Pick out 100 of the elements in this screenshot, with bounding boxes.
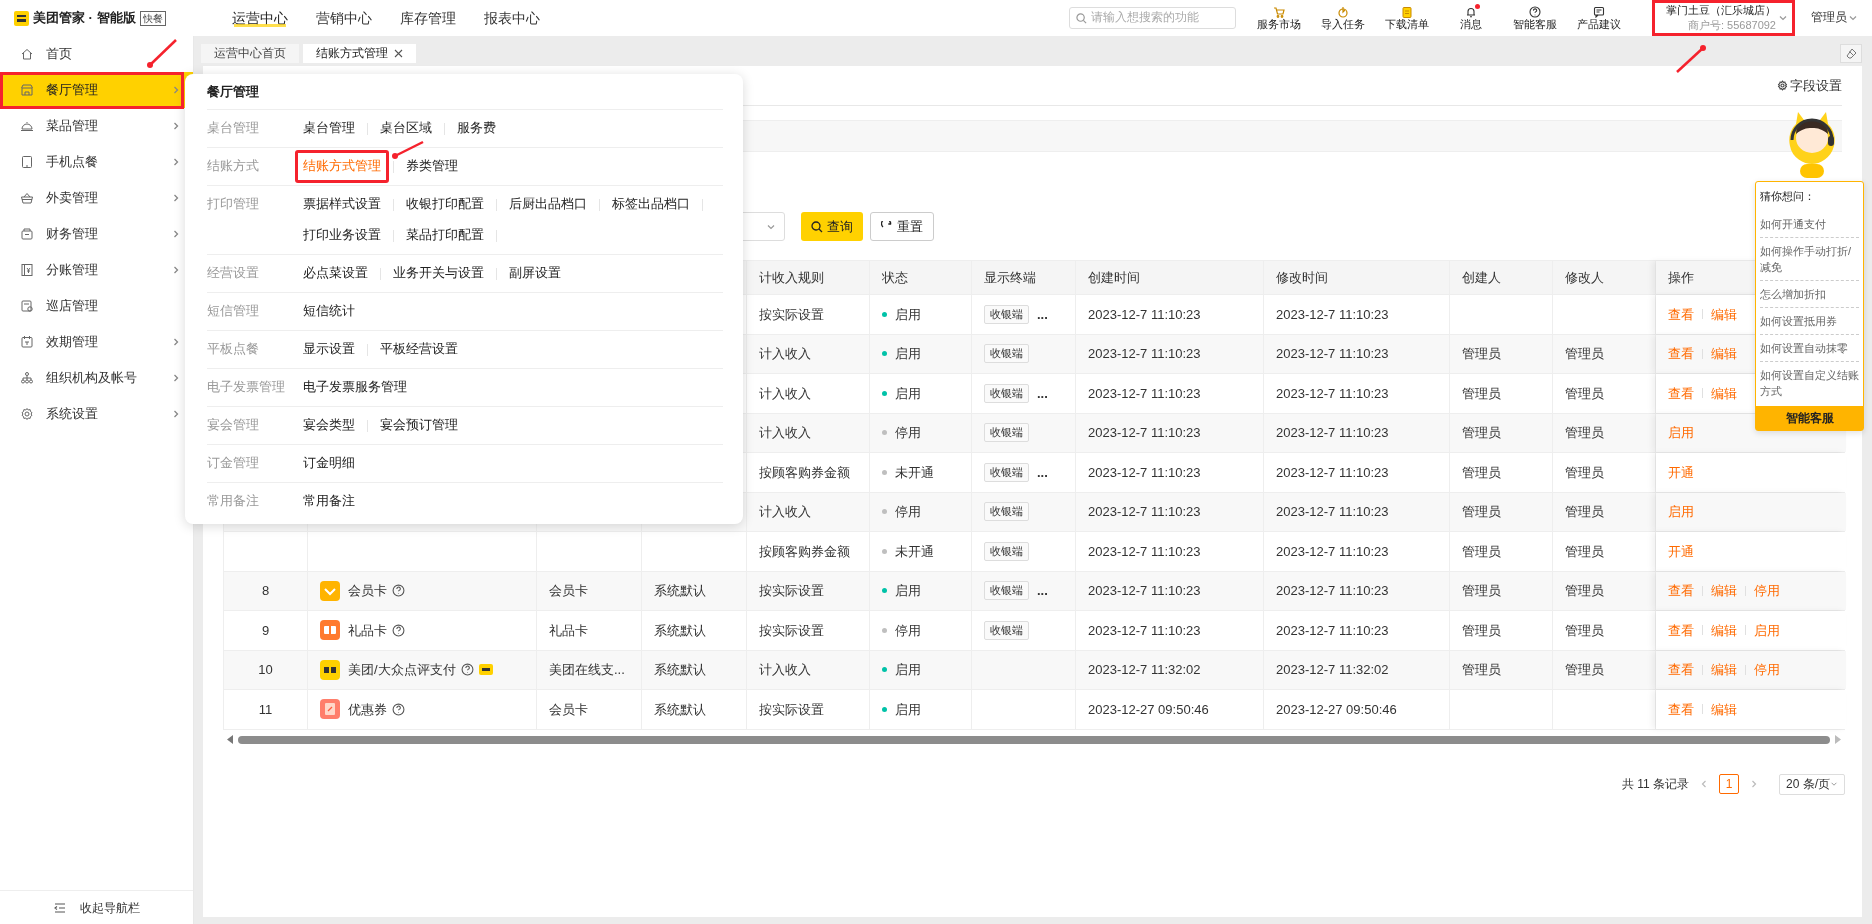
user-menu[interactable]: 管理员: [1811, 9, 1858, 27]
nav-tab[interactable]: 库存管理: [399, 0, 456, 36]
table-cell: 管理员: [1450, 413, 1553, 452]
menu-link[interactable]: 收银打印配置: [406, 195, 484, 214]
storefront-icon: [20, 83, 34, 97]
menu-group-label: 订金管理: [207, 455, 260, 472]
menu-link[interactable]: 业务开关与设置: [393, 264, 484, 283]
menu-link[interactable]: 后厨出品档口: [509, 195, 587, 214]
search-icon: [1076, 12, 1087, 24]
menu-link[interactable]: 标签出品档口: [612, 195, 690, 214]
clear-tabs-button[interactable]: [1840, 44, 1862, 63]
help-icon: [460, 663, 474, 677]
payment-name: 礼品卡: [348, 621, 387, 640]
status-text: 启用: [895, 384, 921, 403]
tablet-icon: [20, 155, 34, 169]
table-cell: 2023-12-7 11:10:23: [1264, 374, 1450, 413]
table-cell: 计入收入: [747, 413, 870, 452]
query-button[interactable]: 查询: [801, 212, 863, 241]
menu-group-label: 打印管理: [207, 196, 260, 213]
menu-link[interactable]: 宴会预订管理: [380, 416, 458, 435]
help-question-link[interactable]: 如何设置抵用券: [1760, 307, 1859, 335]
close-icon[interactable]: [394, 49, 403, 58]
menu-link[interactable]: 宴会类型: [303, 416, 355, 435]
toolbar-button[interactable]: 下载清单: [1382, 5, 1432, 31]
menu-link[interactable]: 服务费: [457, 119, 496, 138]
menu-link[interactable]: 票据样式设置: [303, 195, 381, 214]
import-icon: [1337, 5, 1349, 18]
menu-link[interactable]: 菜品打印配置: [406, 226, 484, 245]
status-text: 启用: [895, 700, 921, 719]
feedback-icon: [1593, 5, 1605, 18]
smart-support-button[interactable]: 智能客服: [1756, 405, 1863, 430]
toolbar-button[interactable]: 智能客服: [1510, 5, 1560, 31]
menu-link[interactable]: 显示设置: [303, 340, 355, 359]
menu-group-label: 短信管理: [207, 303, 260, 320]
page-size-select[interactable]: 20 条/页: [1779, 773, 1845, 795]
menu-link[interactable]: 打印业务设置: [303, 226, 381, 245]
help-question-link[interactable]: 如何操作手动打折/减免: [1760, 237, 1859, 281]
toolbar-button[interactable]: 导入任务: [1318, 5, 1368, 31]
column-header: 创建时间: [1076, 261, 1264, 294]
help-question-link[interactable]: 怎么增加折扣: [1760, 280, 1859, 308]
terminal-tag: 收银端: [984, 462, 1029, 482]
status-text: 启用: [895, 661, 921, 679]
terminal-tag: 收银端: [984, 502, 1029, 522]
nav-tab[interactable]: 营销中心: [315, 0, 372, 36]
chevron-down-icon: [1848, 13, 1858, 23]
menu-link[interactable]: 券类管理: [406, 157, 458, 176]
table-cell: 按实际设置: [747, 690, 870, 729]
table-cell: 美团在线支...: [537, 650, 642, 689]
help-icon: [1529, 5, 1541, 18]
table-cell: 计入收入: [747, 492, 870, 531]
menu-group-label: 电子发票管理: [207, 379, 286, 396]
table-cell: 2023-12-7 11:10:23: [1264, 611, 1450, 650]
table-cell: 按实际设置: [747, 611, 870, 650]
table-cell: 2023-12-7 11:10:23: [1076, 571, 1264, 610]
menu-link[interactable]: 订金明细: [303, 454, 355, 473]
search-field[interactable]: 请输入想搜索的功能: [1069, 7, 1236, 29]
menu-link[interactable]: 常用备注: [303, 492, 355, 511]
reset-button[interactable]: 重置: [870, 212, 934, 241]
table-cell: 8: [224, 571, 308, 610]
help-question-link[interactable]: 如何设置自动抹零: [1760, 334, 1859, 362]
brand-name: 美团管家 · 智能版: [33, 9, 136, 28]
help-question-link[interactable]: 如何设置自定义结账方式: [1760, 361, 1859, 404]
toolbar-button[interactable]: 消息: [1446, 5, 1496, 31]
collapse-icon: [53, 902, 66, 913]
table-cell: 2023-12-27 09:50:46: [1076, 690, 1264, 729]
nav-tab[interactable]: 运营中心: [231, 0, 288, 36]
table-cell: 2023-12-27 09:50:46: [1264, 690, 1450, 729]
nav-tab[interactable]: 报表中心: [483, 0, 540, 36]
page-tab[interactable]: 运营中心首页: [201, 44, 299, 63]
help-question-link[interactable]: 如何开通支付: [1760, 210, 1859, 238]
coupon-icon: [320, 699, 340, 720]
table-cell: 会员卡: [537, 690, 642, 729]
scroll-left-icon[interactable]: [227, 735, 234, 744]
toolbar-button[interactable]: 服务市场: [1254, 5, 1304, 31]
field-settings-button[interactable]: 字段设置: [1777, 75, 1842, 96]
table-cell: 2023-12-7 11:10:23: [1076, 532, 1264, 571]
table-cell: 按实际设置: [747, 295, 870, 334]
menu-link[interactable]: 短信统计: [303, 302, 355, 321]
menu-link[interactable]: 平板经营设置: [380, 340, 458, 359]
menu-link[interactable]: 副屏设置: [509, 264, 561, 283]
more-text: ...: [1037, 305, 1048, 324]
menu-link[interactable]: 电子发票服务管理: [303, 378, 407, 397]
chevron-down-icon: [1778, 13, 1788, 23]
menu-link[interactable]: 桌台管理: [303, 119, 355, 138]
more-text: ...: [1037, 463, 1048, 482]
clipboard-icon: [20, 299, 34, 313]
toolbar-button[interactable]: 产品建议: [1574, 5, 1624, 31]
menu-link[interactable]: 桌台区域: [380, 119, 432, 138]
store-selector[interactable]: 掌门土豆（汇乐城店） 商户号: 55687092: [1652, 0, 1795, 36]
payment-name: 会员卡: [348, 582, 387, 600]
table-cell: 会员卡: [537, 571, 642, 610]
help-title: 猜你想问：: [1759, 189, 1816, 204]
table-cell: 2023-12-7 11:10:23: [1076, 611, 1264, 650]
page-tab[interactable]: 结账方式管理: [303, 44, 416, 63]
table-cell: 2023-12-7 11:10:23: [1264, 571, 1450, 610]
menu-link[interactable]: 必点菜设置: [303, 264, 368, 283]
status-text: 启用: [895, 345, 921, 363]
collapse-nav-button[interactable]: 收起导航栏: [0, 890, 193, 924]
status-text: 未开通: [895, 542, 934, 561]
table-cell: 2023-12-7 11:10:23: [1264, 295, 1450, 334]
